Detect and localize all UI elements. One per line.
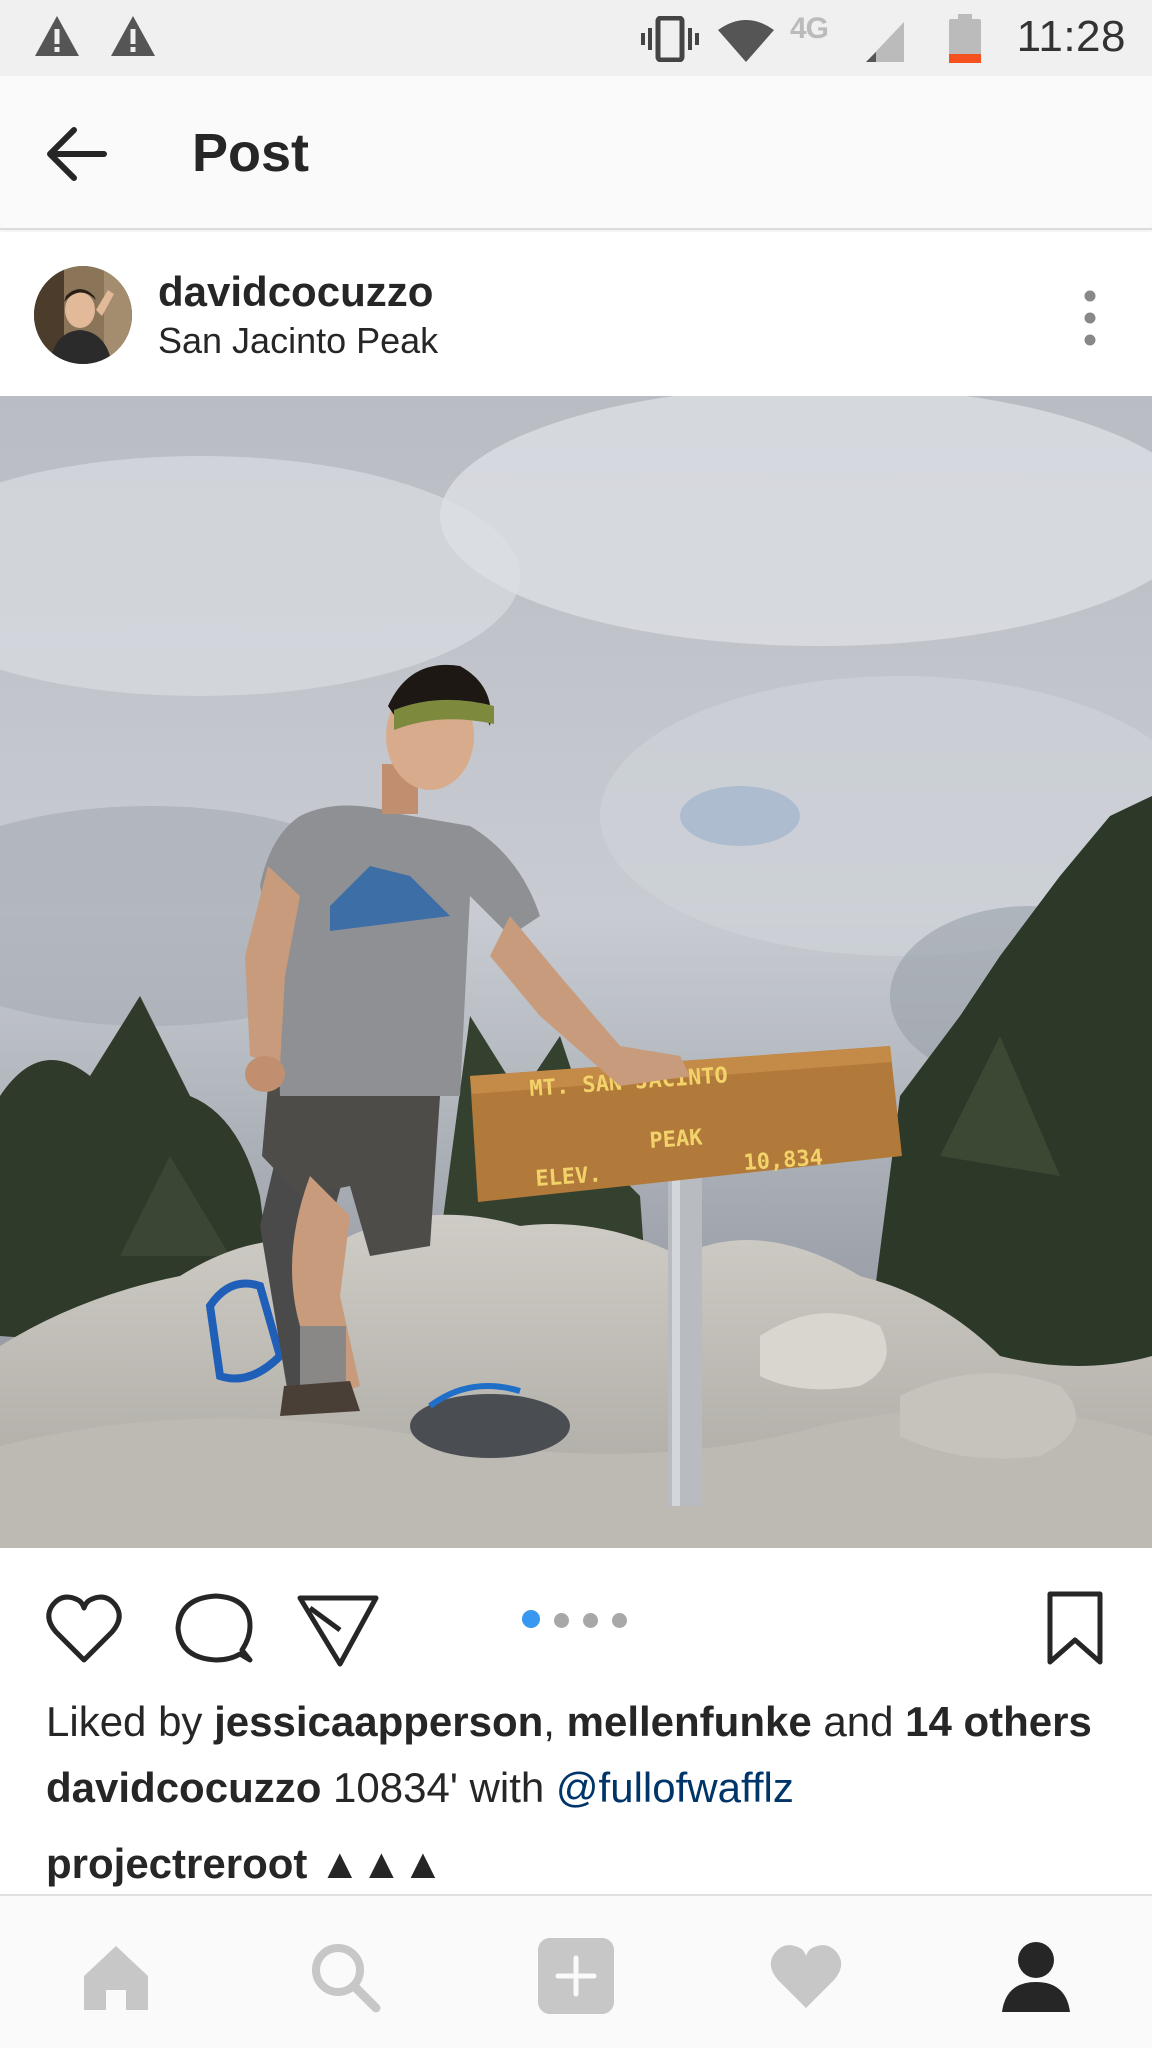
warning-icon: [32, 12, 82, 62]
new-post-icon[interactable]: [536, 1936, 616, 2016]
carousel-dot: [554, 1613, 569, 1628]
likes-others-link[interactable]: 14 others: [905, 1698, 1092, 1745]
activity-heart-icon[interactable]: [766, 1936, 846, 2016]
carousel-dot: [612, 1613, 627, 1628]
caption-mention[interactable]: @fullofwafflz: [556, 1764, 794, 1811]
vibrate-icon: [640, 16, 700, 62]
share-send-icon[interactable]: [296, 1586, 380, 1670]
likes-prefix: Liked by: [46, 1698, 215, 1745]
caption-text: 10834' with: [321, 1764, 556, 1811]
caption-line: davidcocuzzo 10834' with @fullofwafflz: [46, 1764, 794, 1812]
comment-bubble-icon[interactable]: [170, 1586, 254, 1670]
post-username[interactable]: davidcocuzzo: [158, 268, 433, 316]
bottom-navigation: [0, 1894, 1152, 2048]
page-title: Post: [192, 123, 310, 183]
top-app-bar: Post: [0, 76, 1152, 230]
post-location[interactable]: San Jacinto Peak: [158, 320, 438, 362]
carousel-dot: [522, 1610, 540, 1628]
warning-icon: [108, 12, 158, 62]
clock-time: 11:28: [1016, 12, 1126, 61]
liker-username[interactable]: jessicaapperson: [214, 1698, 543, 1745]
profile-icon[interactable]: [996, 1936, 1076, 2016]
bookmark-save-icon[interactable]: [1040, 1586, 1110, 1670]
caption-username[interactable]: davidcocuzzo: [46, 1764, 321, 1811]
avatar[interactable]: [34, 266, 132, 364]
sign-line-2: PEAK: [649, 1125, 704, 1154]
sign-line-3-left: ELEV.: [535, 1162, 603, 1192]
more-options-icon[interactable]: [1078, 288, 1102, 348]
status-bar: 4G 11:28: [0, 0, 1152, 76]
search-icon[interactable]: [304, 1936, 384, 2016]
liker-username[interactable]: mellenfunke: [567, 1698, 812, 1745]
battery-icon: [948, 14, 982, 64]
post-photo[interactable]: MT. SAN JACINTO PEAK ELEV. 10,834: [0, 396, 1152, 1548]
signal-icon: [862, 18, 906, 62]
comment-text: ▲▲▲: [307, 1840, 444, 1887]
post-header: davidcocuzzo San Jacinto Peak: [0, 232, 1152, 396]
like-heart-icon[interactable]: [42, 1586, 126, 1670]
wifi-icon: [716, 18, 776, 62]
comment-line: projectreroot ▲▲▲: [46, 1840, 444, 1888]
carousel-indicator: [522, 1610, 641, 1630]
likes-line: Liked by jessicaapperson, mellenfunke an…: [46, 1698, 1092, 1746]
network-label: 4G: [790, 12, 829, 45]
home-icon[interactable]: [76, 1936, 156, 2016]
likes-and: and: [811, 1698, 906, 1745]
likes-separator: ,: [543, 1698, 567, 1745]
comment-username[interactable]: projectreroot: [46, 1840, 307, 1887]
back-arrow-icon[interactable]: [44, 124, 108, 184]
carousel-dot: [583, 1613, 598, 1628]
